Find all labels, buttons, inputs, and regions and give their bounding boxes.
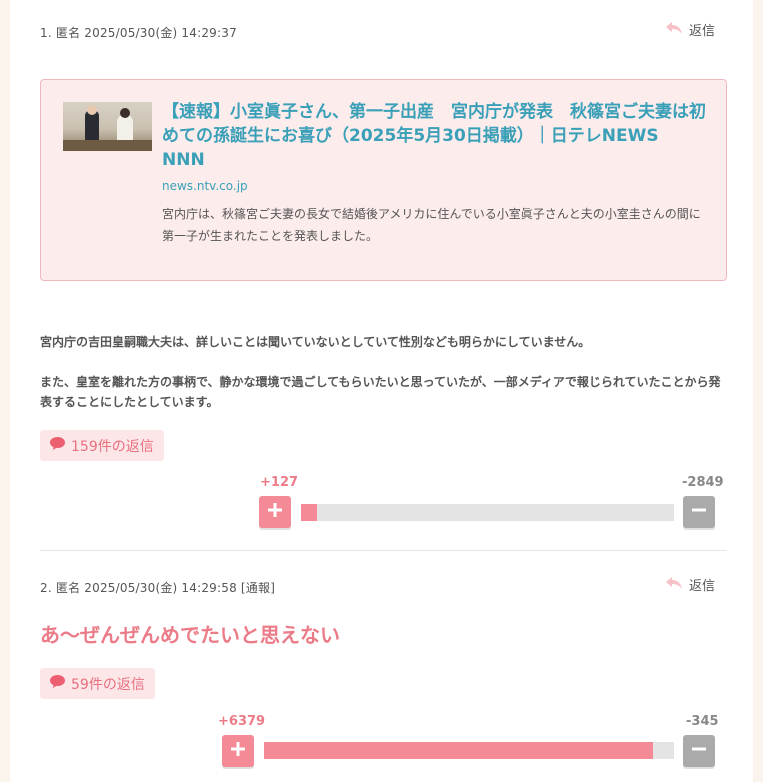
post-1-vote-ratio-bar [301, 504, 674, 521]
post-1-meta: 1. 匿名 2025/05/30(金) 14:29:37 [40, 26, 237, 40]
speech-bubble-icon [49, 436, 66, 455]
post-2-minus-vote-button[interactable] [683, 735, 715, 767]
post-1-plus-score: +127 [260, 475, 299, 490]
post-1-replies-button[interactable]: 159件の返信 [40, 430, 164, 461]
post-2-replies-button[interactable]: 59件の返信 [40, 668, 155, 699]
replies-count-label: 59件の返信 [71, 676, 145, 693]
link-title[interactable]: 【速報】小室眞子さん、第一子出産 宮内庁が発表 秋篠宮ご夫妻は初めての孫誕生にお… [162, 100, 707, 172]
reply-arrow-icon [665, 576, 683, 594]
post-1-plus-vote-button[interactable] [259, 496, 291, 528]
minus-icon [690, 501, 708, 523]
post-2-plus-vote-button[interactable] [222, 735, 254, 767]
post-1-vote-ratio-fill [301, 504, 318, 521]
post-2-meta: 2. 匿名 2025/05/30(金) 14:29:58 [通報] [40, 581, 276, 595]
reply-label: 返信 [688, 24, 715, 39]
replies-count-label: 159件の返信 [71, 438, 154, 455]
post-1-minus-score: -2849 [682, 475, 724, 490]
post-2-vote-ratio-bar [264, 742, 674, 759]
link-description: 宮内庁は、秋篠宮ご夫妻の長女で結婚後アメリカに住んでいる小室眞子さんと夫の小室圭… [162, 207, 701, 243]
link-thumbnail[interactable] [63, 102, 152, 151]
post-2-minus-score: -345 [686, 714, 719, 729]
plus-icon [266, 501, 284, 523]
minus-icon [690, 740, 708, 762]
speech-bubble-icon [49, 674, 66, 693]
plus-icon [229, 740, 247, 762]
post-divider [40, 550, 727, 551]
post-1-paragraph-1: 宮内庁の吉田皇嗣職大夫は、詳しいことは聞いていないとしていて性別なども明らかにし… [40, 335, 591, 349]
reply-arrow-icon [665, 21, 683, 39]
post-2-vote-ratio-fill [264, 742, 654, 759]
post-2-plus-score: +6379 [218, 714, 266, 729]
post-1-minus-vote-button[interactable] [683, 496, 715, 528]
thread-page: 1. 匿名 2025/05/30(金) 14:29:37 返信 【速報】小室眞子… [10, 0, 753, 782]
post-2-reply-button[interactable]: 返信 [665, 575, 715, 594]
reply-label: 返信 [688, 579, 715, 594]
post-2-headline: あ〜ぜんぜんめでたいと思えない [40, 623, 340, 647]
link-preview-card[interactable]: 【速報】小室眞子さん、第一子出産 宮内庁が発表 秋篠宮ご夫妻は初めての孫誕生にお… [40, 79, 727, 281]
post-1-reply-button[interactable]: 返信 [665, 20, 715, 39]
post-1-paragraph-2: また、皇室を離れた方の事柄で、静かな環境で過ごしてもらいたいと思っていたが、一部… [40, 375, 721, 409]
link-domain: news.ntv.co.jp [162, 179, 248, 193]
